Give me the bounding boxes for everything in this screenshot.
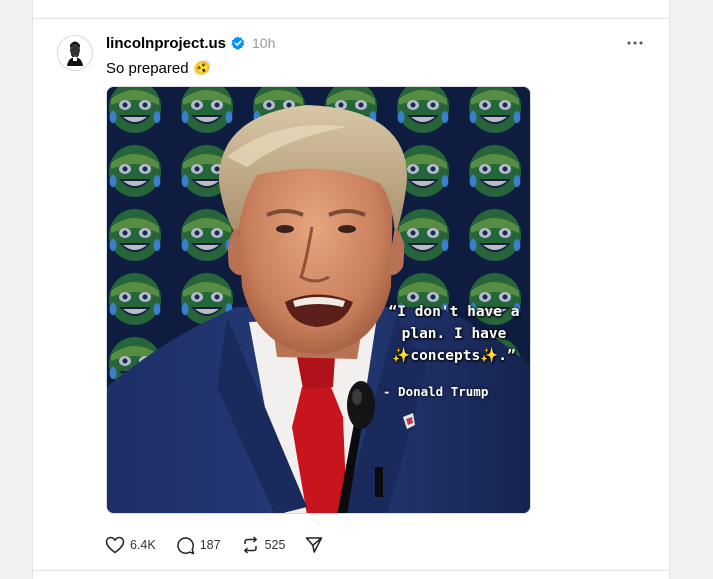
quote-line-3-text: concepts bbox=[410, 348, 481, 364]
quote-line-3-end: .” bbox=[498, 348, 516, 364]
lincoln-portrait-icon bbox=[58, 36, 92, 70]
thread-post: lincolnproject.us 10h So prepared 🫨 “I d… bbox=[33, 20, 669, 570]
next-post-divider bbox=[33, 570, 669, 571]
image-quote-attribution: - Donald Trump bbox=[383, 384, 489, 399]
quote-line-1: “I don't have a bbox=[388, 304, 520, 320]
feed-column: lincolnproject.us 10h So prepared 🫨 “I d… bbox=[32, 0, 670, 579]
username-link[interactable]: lincolnproject.us bbox=[106, 35, 226, 52]
post-header: lincolnproject.us 10h bbox=[106, 33, 275, 53]
post-caption: So prepared 🫨 bbox=[106, 59, 212, 78]
more-options-icon bbox=[627, 41, 643, 45]
reply-button[interactable]: 187 bbox=[176, 536, 221, 555]
post-image[interactable]: “I don't have a plan. I have ✨concepts✨.… bbox=[106, 86, 531, 514]
repost-icon bbox=[243, 536, 257, 554]
image-quote-text: “I don't have a plan. I have ✨concepts✨.… bbox=[375, 301, 530, 367]
post-timestamp[interactable]: 10h bbox=[252, 35, 275, 51]
caption-text: So prepared bbox=[106, 59, 189, 77]
share-button[interactable] bbox=[305, 536, 323, 554]
previous-post-action-icon[interactable] bbox=[312, 0, 324, 2]
repost-button[interactable]: 525 bbox=[241, 536, 286, 554]
repost-count: 525 bbox=[264, 538, 286, 552]
share-icon bbox=[306, 537, 323, 553]
more-options-button[interactable] bbox=[623, 34, 647, 52]
like-count: 6.4K bbox=[130, 538, 156, 552]
heart-icon bbox=[105, 536, 125, 554]
sparkle-emoji-right: ✨ bbox=[480, 348, 499, 364]
previous-post-action-icon[interactable] bbox=[224, 0, 236, 2]
quote-line-2: plan. I have bbox=[401, 326, 507, 342]
post-actions: 6.4K 187 525 bbox=[105, 534, 343, 556]
verified-badge-icon bbox=[231, 36, 245, 50]
previous-post-footer bbox=[33, 0, 669, 19]
sparkle-emoji-left: ✨ bbox=[392, 348, 411, 364]
avatar[interactable] bbox=[57, 35, 93, 71]
shaking-face-emoji: 🫨 bbox=[192, 60, 212, 77]
reply-count: 187 bbox=[199, 538, 221, 552]
like-button[interactable]: 6.4K bbox=[105, 536, 156, 554]
comment-icon bbox=[177, 536, 194, 554]
quote-line-3: ✨concepts✨.” bbox=[375, 345, 530, 367]
